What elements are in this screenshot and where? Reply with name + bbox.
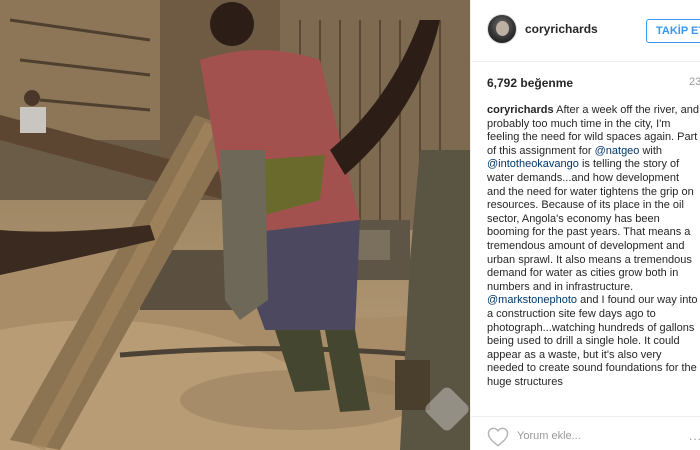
like-count[interactable]: 6,792 beğenme: [487, 76, 573, 90]
post-photo[interactable]: [0, 0, 470, 450]
more-options-icon[interactable]: ...: [689, 429, 700, 443]
username-link[interactable]: coryrichards: [525, 22, 598, 36]
caption-text-4: and I found our way into a construction …: [487, 294, 698, 388]
photo-illustration: [0, 0, 470, 450]
caption-text-2: with: [639, 144, 663, 157]
caption-username[interactable]: coryrichards: [487, 104, 554, 116]
avatar[interactable]: [487, 14, 517, 44]
heart-icon[interactable]: [487, 427, 509, 447]
post-sidebar: coryrichards TAKİP ET 6,792 beğenme 23 c…: [470, 0, 700, 450]
mention-markstonephoto[interactable]: @markstonephoto: [487, 294, 577, 306]
follow-button[interactable]: TAKİP ET: [646, 19, 700, 43]
post-footer: ...: [471, 416, 700, 450]
mention-intotheokavango[interactable]: @intotheokavango: [487, 158, 579, 170]
post-timestamp[interactable]: 23: [689, 76, 700, 88]
mention-natgeo[interactable]: @natgeo: [595, 145, 640, 157]
caption-text-3: is telling the story of water demands...…: [487, 158, 694, 293]
avatar-face: [496, 21, 509, 36]
post-header: coryrichards TAKİP ET: [471, 0, 700, 62]
post-caption: coryrichards After a week off the river,…: [487, 104, 699, 408]
comment-input[interactable]: [517, 428, 687, 444]
